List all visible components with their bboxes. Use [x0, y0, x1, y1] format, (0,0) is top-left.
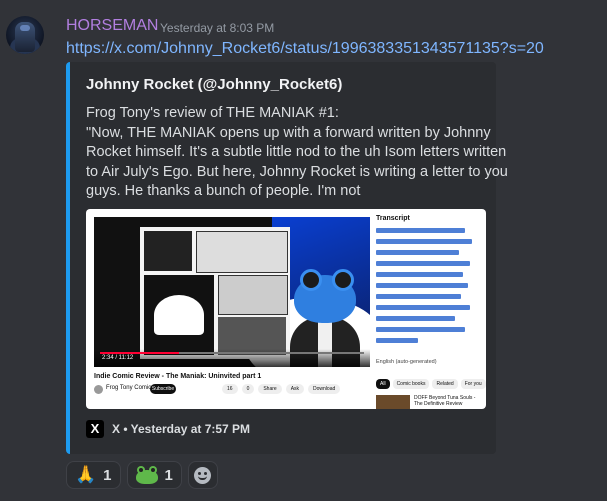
chip: For you [460, 379, 486, 389]
user-avatar[interactable] [6, 16, 44, 54]
embed-description: Frog Tony's review of THE MANIAK #1: "No… [86, 104, 508, 202]
related-thumbnail [376, 395, 410, 409]
ask-action: Ask [285, 384, 305, 394]
channel-name: Frog Tony Comics [106, 385, 155, 391]
chip: Related [432, 379, 458, 389]
channel-avatar [94, 385, 103, 394]
related-chips: All Comic books Related For you [376, 379, 486, 389]
embed-description-line: "Now, THE MANIAK opens up with a forward… [86, 124, 491, 141]
like-count: 16 [222, 384, 238, 394]
video-player: 2:34 / 11:12 [94, 217, 370, 367]
embed-description-line: Rocket himself. It's a subtle little nod… [86, 144, 507, 160]
reaction-count: 1 [103, 466, 112, 484]
x-logo-icon: X [86, 420, 104, 438]
transcript-panel: Transcript English (auto-generated) [376, 215, 480, 371]
embed-description-line: Frog Tony's review of THE MANIAK #1: [86, 105, 339, 121]
link-embed: Johnny Rocket (@Johnny_Rocket6) Frog Ton… [66, 62, 508, 454]
video-title: Indie Comic Review - The Maniak: Uninvit… [94, 373, 262, 380]
embed-footer-text: X • Yesterday at 7:57 PM [112, 422, 251, 436]
video-controls: 2:34 / 11:12 [94, 349, 370, 367]
embed-description-line: to Air July's Ego. But here, Johnny Rock… [86, 163, 508, 180]
chip: Comic books [392, 379, 430, 389]
dislike-count: 0 [241, 384, 255, 394]
frog-emoji-icon [135, 466, 158, 484]
transcript-language: English (auto-generated) [376, 359, 437, 365]
embed-description-line: guys. He thanks a bunch of people. I'm n… [86, 183, 361, 199]
add-reaction-smiley-icon [194, 466, 212, 484]
related-video-title: DOFF Beyond Tuna Souls - The Definitive … [414, 395, 476, 407]
reaction-frog[interactable]: 1 [126, 461, 182, 489]
message-link[interactable]: https://x.com/Johnny_Rocket6/status/1996… [66, 40, 544, 58]
add-reaction-button[interactable] [187, 461, 218, 489]
video-actions: 16 0 Share Ask Download [222, 384, 341, 394]
embed-author[interactable]: Johnny Rocket (@Johnny_Rocket6) [86, 76, 342, 93]
video-time: 2:34 / 11:12 [102, 355, 134, 361]
reaction-pray[interactable]: 🙏 1 [66, 461, 121, 489]
comic-page-image [140, 227, 290, 359]
message-timestamp: Yesterday at 8:03 PM [160, 21, 275, 35]
download-action: Download [308, 384, 341, 394]
transcript-title: Transcript [376, 215, 410, 222]
reactions-bar: 🙏 1 1 [66, 461, 218, 489]
reaction-count: 1 [164, 466, 173, 484]
subscribe-button: Subscribe [150, 384, 176, 394]
username[interactable]: HORSEMAN [66, 17, 158, 35]
share-action: Share [258, 384, 282, 394]
chip: All [376, 379, 390, 389]
pray-emoji-icon: 🙏 [75, 465, 97, 484]
embed-image[interactable]: 2:34 / 11:12 Indie Comic Review - The Ma… [86, 209, 486, 409]
embed-footer: X X • Yesterday at 7:57 PM [86, 419, 250, 439]
